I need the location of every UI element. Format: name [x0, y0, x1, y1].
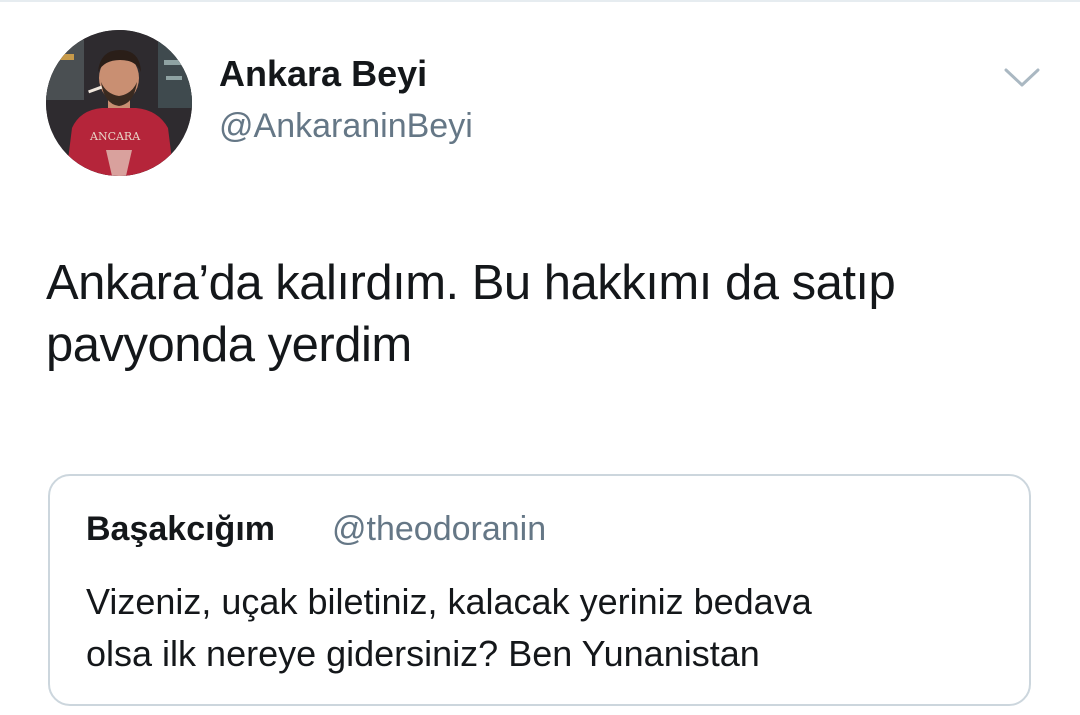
tweet-text: Ankara’da kalırdım. Bu hakkımı da satıp …	[46, 252, 1056, 376]
quoted-text-line: olsa ilk nereye gidersiniz? Ben Yunanist…	[86, 633, 760, 674]
tweet-text-line: Ankara’da kalırdım. Bu hakkımı da satıp	[46, 256, 896, 310]
author-handle[interactable]: @AnkaraninBeyi	[219, 105, 473, 147]
quoted-author-handle: @theodoranin	[332, 510, 547, 548]
tweet-card: ANCARA Ankara Beyi @AnkaraninBeyi Ankara…	[0, 0, 1080, 715]
avatar[interactable]: ANCARA	[46, 30, 192, 176]
quoted-tweet[interactable]: Başakcığım @theodoranin Vizeniz, uçak bi…	[48, 474, 1031, 706]
chevron-down-icon[interactable]	[1002, 66, 1042, 90]
quoted-tweet-text: Vizeniz, uçak biletiniz, kalacak yeriniz…	[86, 576, 1006, 680]
author-display-name[interactable]: Ankara Beyi	[219, 52, 427, 96]
quoted-author-name: Başakcığım	[86, 510, 275, 548]
quoted-text-line: Vizeniz, uçak biletiniz, kalacak yeriniz…	[86, 581, 812, 622]
tweet-text-line: pavyonda yerdim	[46, 318, 412, 372]
svg-text:ANCARA: ANCARA	[89, 130, 141, 143]
